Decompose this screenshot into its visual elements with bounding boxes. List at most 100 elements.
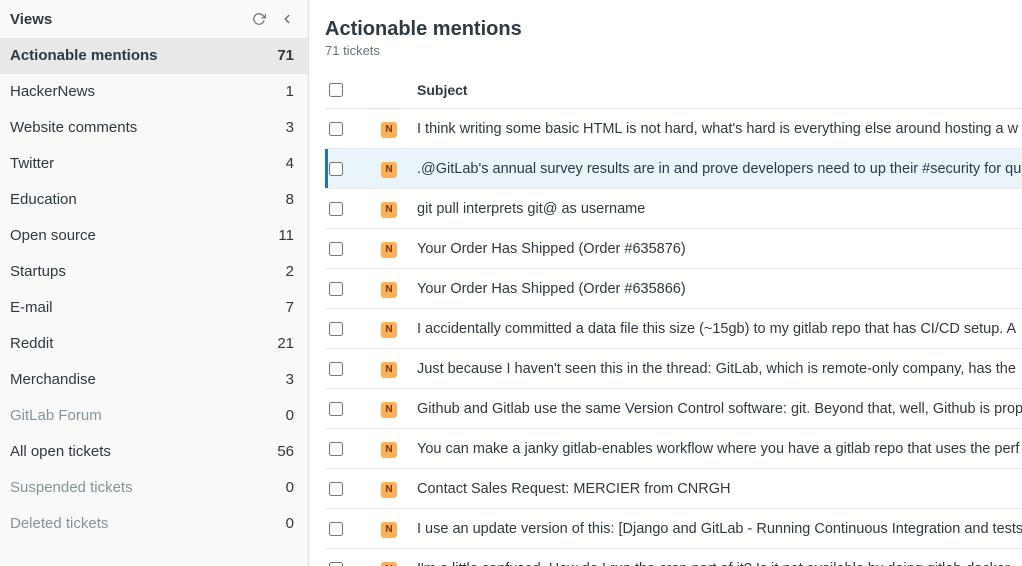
status-new-badge: N — [381, 562, 397, 566]
select-all-checkbox[interactable] — [329, 83, 343, 97]
ticket-subject: git pull interprets git@ as username — [417, 201, 1022, 217]
tickets-table-header: Subject — [325, 72, 1022, 109]
row-checkbox[interactable] — [329, 362, 343, 376]
row-checkbox-cell — [325, 402, 381, 416]
row-status-cell: N — [381, 199, 417, 218]
row-checkbox[interactable] — [329, 122, 343, 136]
sidebar-header-actions — [250, 10, 296, 28]
ticket-row[interactable]: Ngit pull interprets git@ as username — [325, 189, 1022, 229]
sidebar-item-count: 8 — [286, 191, 294, 209]
collapse-sidebar-icon[interactable] — [278, 10, 296, 28]
ticket-subject: I think writing some basic HTML is not h… — [417, 121, 1022, 137]
ticket-row[interactable]: NContact Sales Request: MERCIER from CNR… — [325, 469, 1022, 509]
status-new-badge: N — [381, 362, 397, 378]
ticket-row[interactable]: NGithub and Gitlab use the same Version … — [325, 389, 1022, 429]
ticket-row[interactable]: NI accidentally committed a data file th… — [325, 309, 1022, 349]
row-status-cell: N — [381, 479, 417, 498]
select-all-cell — [325, 83, 381, 97]
ticket-subject: You can make a janky gitlab-enables work… — [417, 441, 1022, 457]
sidebar-item[interactable]: GitLab Forum 0 — [0, 398, 308, 434]
ticket-row[interactable]: N I use an update version of this: [Djang… — [325, 509, 1022, 549]
row-checkbox-cell — [325, 562, 381, 566]
sidebar-item-label: HackerNews — [10, 83, 95, 101]
row-status-cell: N — [381, 279, 417, 298]
ticket-row[interactable]: N I'm a little confused. How do I run the… — [325, 549, 1022, 566]
main-header: Actionable mentions 71 tickets — [325, 18, 1022, 58]
status-new-badge: N — [381, 442, 397, 458]
sidebar-item-label: GitLab Forum — [10, 407, 102, 425]
row-checkbox[interactable] — [329, 282, 343, 296]
ticket-subject: .@GitLab's annual survey results are in … — [417, 161, 1022, 177]
ticket-row[interactable]: NYour Order Has Shipped (Order #635876) — [325, 229, 1022, 269]
row-checkbox[interactable] — [329, 202, 343, 216]
row-status-cell: N — [381, 119, 417, 138]
ticket-count: 71 tickets — [325, 43, 1022, 58]
sidebar-item[interactable]: Actionable mentions71 — [0, 38, 308, 74]
sidebar-item[interactable]: HackerNews 1 — [0, 74, 308, 110]
sidebar-item[interactable]: Website comments3 — [0, 110, 308, 146]
status-new-badge: N — [381, 522, 397, 538]
sidebar-item[interactable]: Suspended tickets0 — [0, 470, 308, 506]
row-checkbox-cell — [325, 162, 381, 176]
sidebar-item-label: All open tickets — [10, 443, 111, 461]
ticket-subject: Contact Sales Request: MERCIER from CNRG… — [417, 481, 1022, 497]
row-checkbox[interactable] — [329, 482, 343, 496]
sidebar-item-count: 2 — [286, 263, 294, 281]
ticket-row[interactable]: NJust because I haven't seen this in the… — [325, 349, 1022, 389]
row-checkbox-cell — [325, 242, 381, 256]
row-status-cell: N — [381, 399, 417, 418]
sidebar-item[interactable]: All open tickets56 — [0, 434, 308, 470]
sidebar-item-count: 7 — [286, 299, 294, 317]
sidebar-item-label: Twitter — [10, 155, 54, 173]
row-checkbox-cell — [325, 522, 381, 536]
sidebar-item-label: Reddit — [10, 335, 53, 353]
ticket-row[interactable]: NYour Order Has Shipped (Order #635866) — [325, 269, 1022, 309]
sidebar-item-label: Merchandise — [10, 371, 96, 389]
row-checkbox[interactable] — [329, 242, 343, 256]
refresh-icon[interactable] — [250, 10, 268, 28]
row-checkbox-cell — [325, 122, 381, 136]
row-checkbox-cell — [325, 362, 381, 376]
sidebar-item[interactable]: Open source11 — [0, 218, 308, 254]
row-checkbox-cell — [325, 282, 381, 296]
sidebar-header: Views — [0, 0, 308, 38]
sidebar-item-count: 71 — [277, 47, 294, 65]
sidebar-item-count: 1 — [286, 83, 294, 101]
sidebar-item-count: 21 — [277, 335, 294, 353]
row-checkbox[interactable] — [329, 562, 343, 566]
row-checkbox[interactable] — [329, 402, 343, 416]
status-new-badge: N — [381, 162, 397, 178]
main-panel: Actionable mentions 71 tickets Subject N… — [309, 0, 1022, 566]
sidebar-item[interactable]: E-mail7 — [0, 290, 308, 326]
sidebar-item-label: Education — [10, 191, 77, 209]
sidebar-item-label: Suspended tickets — [10, 479, 133, 497]
sidebar-item[interactable]: Merchandise 3 — [0, 362, 308, 398]
page-title: Actionable mentions — [325, 18, 1022, 41]
ticket-row[interactable]: N .@GitLab's annual survey results are in… — [325, 149, 1022, 189]
sidebar-item[interactable]: Startups 2 — [0, 254, 308, 290]
row-status-cell: N — [381, 519, 417, 538]
ticket-subject: I'm a little confused. How do I run the … — [417, 561, 1022, 566]
row-checkbox[interactable] — [329, 522, 343, 536]
sidebar-item-count: 3 — [286, 371, 294, 389]
row-checkbox[interactable] — [329, 442, 343, 456]
sidebar-item[interactable]: Education 8 — [0, 182, 308, 218]
row-checkbox-cell — [325, 442, 381, 456]
sidebar-item-label: Deleted tickets — [10, 515, 108, 533]
sidebar-item[interactable]: Twitter 4 — [0, 146, 308, 182]
ticket-row[interactable]: NI think writing some basic HTML is not … — [325, 109, 1022, 149]
column-header-subject[interactable]: Subject — [417, 82, 1022, 98]
ticket-subject: I use an update version of this: [Django… — [417, 521, 1022, 537]
sidebar-item-count: 3 — [286, 119, 294, 137]
ticket-row[interactable]: N You can make a janky gitlab-enables wor… — [325, 429, 1022, 469]
sidebar-item-count: 0 — [286, 407, 294, 425]
row-status-cell: N — [381, 559, 417, 566]
row-checkbox[interactable] — [329, 162, 343, 176]
sidebar-item[interactable]: Deleted tickets 0 — [0, 506, 308, 542]
row-checkbox-cell — [325, 482, 381, 496]
sidebar-item[interactable]: Reddit 21 — [0, 326, 308, 362]
sidebar-item-count: 4 — [286, 155, 294, 173]
sidebar-item-label: Startups — [10, 263, 66, 281]
row-checkbox[interactable] — [329, 322, 343, 336]
sidebar-item-count: 0 — [286, 515, 294, 533]
